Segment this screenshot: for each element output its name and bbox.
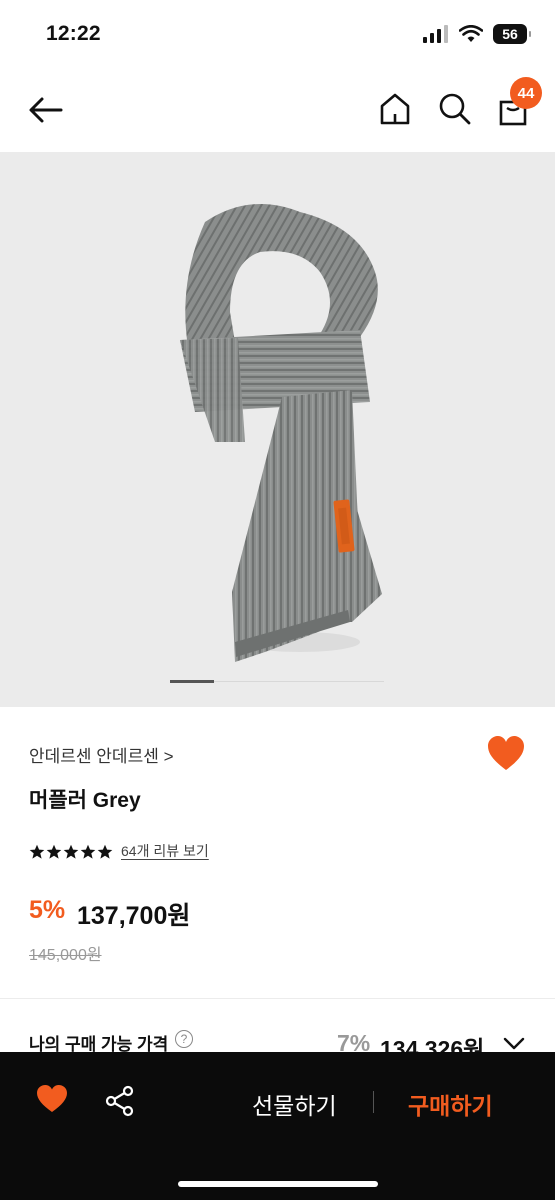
button-separator (373, 1091, 374, 1113)
wifi-icon (459, 25, 483, 42)
home-indicator (178, 1181, 378, 1187)
carousel-indicator (170, 680, 214, 683)
star-icon (97, 844, 113, 859)
rating-stars (29, 844, 113, 860)
product-image[interactable] (0, 152, 555, 707)
wishlist-heart-icon[interactable] (486, 735, 526, 773)
status-time: 12:22 (46, 22, 101, 45)
like-heart-icon[interactable] (36, 1084, 68, 1114)
battery-indicator: 56 (493, 24, 531, 44)
gift-button[interactable]: 선물하기 (252, 1087, 337, 1121)
star-icon (29, 844, 45, 859)
original-price: 145,000원 (29, 947, 102, 964)
product-title: 머플러 Grey (29, 789, 141, 812)
brand-link[interactable]: 안데르센 안데르센 > (29, 742, 174, 767)
carousel-track (214, 681, 384, 682)
help-icon[interactable]: ? (175, 1030, 193, 1048)
search-icon[interactable] (436, 90, 474, 128)
star-icon (46, 844, 62, 859)
home-icon[interactable] (376, 90, 414, 128)
star-icon (63, 844, 79, 859)
sale-price: 137,700원 (77, 902, 191, 930)
cart-count-badge: 44 (510, 77, 542, 109)
back-arrow-icon[interactable] (26, 90, 66, 130)
share-icon[interactable] (104, 1085, 136, 1117)
buy-button[interactable]: 구매하기 (408, 1087, 493, 1121)
scarf-image (180, 204, 382, 662)
review-link[interactable]: 64개 리뷰 보기 (121, 841, 209, 861)
section-divider (0, 998, 555, 999)
discount-rate: 5% (29, 896, 66, 924)
status-icons: 56 (423, 24, 531, 44)
star-icon (80, 844, 96, 859)
cellular-signal-icon (423, 25, 448, 43)
bottom-action-bar (0, 1052, 555, 1200)
